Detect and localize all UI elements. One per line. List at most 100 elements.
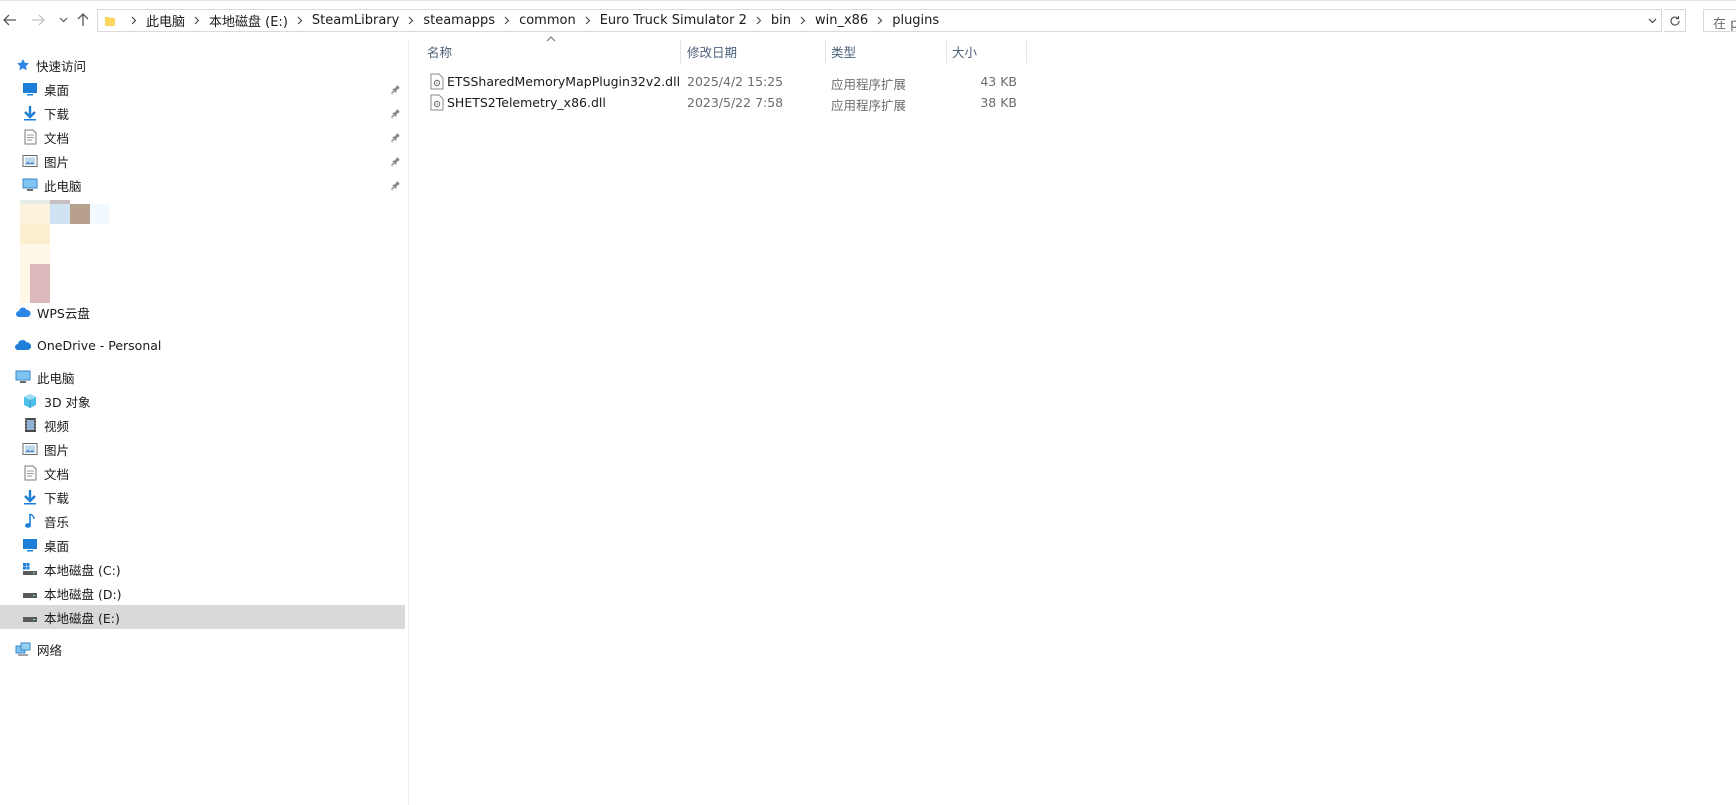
drive-icon — [21, 608, 39, 626]
sidebar-item-this-pc[interactable]: 此电脑 — [0, 365, 405, 389]
breadcrumb-steamlibrary[interactable]: SteamLibrary — [311, 13, 400, 28]
dll-file-icon — [430, 94, 444, 111]
refresh-icon — [1669, 15, 1680, 26]
up-button[interactable] — [73, 10, 93, 30]
chevron-down-icon — [1648, 18, 1656, 24]
sidebar-item-quick-access[interactable]: 快速访问 — [0, 53, 405, 77]
search-input[interactable]: 在 p — [1703, 9, 1736, 32]
sidebar-item-downloads[interactable]: 下载 — [0, 101, 405, 125]
chevron-right-icon[interactable] — [186, 10, 208, 31]
pin-icon[interactable] — [390, 107, 402, 119]
search-placeholder: 在 p — [1713, 17, 1736, 32]
chevron-right-icon[interactable] — [869, 10, 891, 31]
computer-icon — [14, 368, 32, 386]
sidebar-item-drive-c[interactable]: 本地磁盘 (C:) — [0, 557, 405, 581]
desktop-icon — [21, 536, 39, 554]
sidebar-item-downloads-pc[interactable]: 下载 — [0, 485, 405, 509]
chevron-right-icon[interactable] — [577, 10, 599, 31]
file-name: ETSSharedMemoryMapPlugin32v2.dll — [447, 74, 681, 89]
download-icon — [21, 488, 39, 506]
navigation-pane: 快速访问 桌面 下载 文档 图片 此电脑 WPS云盘 OneDrive - Pe… — [0, 39, 406, 805]
breadcrumb: 此电脑 本地磁盘 (E:) SteamLibrary steamapps com… — [123, 10, 940, 31]
chevron-right-icon[interactable] — [748, 10, 770, 31]
pin-icon[interactable] — [390, 131, 402, 143]
forward-arrow-icon — [32, 14, 45, 26]
sidebar-item-label: 此电脑 — [37, 370, 75, 386]
file-name: SHETS2Telemetry_x86.dll — [447, 95, 606, 110]
sidebar-item-drive-d[interactable]: 本地磁盘 (D:) — [0, 581, 405, 605]
sidebar-item-desktop-pc[interactable]: 桌面 — [0, 533, 405, 557]
sidebar-item-label: WPS云盘 — [37, 305, 90, 321]
chevron-right-icon[interactable] — [792, 10, 814, 31]
system-drive-icon — [21, 560, 39, 578]
download-icon — [21, 104, 39, 122]
sidebar-item-wps-cloud[interactable]: WPS云盘 — [0, 300, 405, 324]
file-row[interactable]: SHETS2Telemetry_x86.dll 2023/5/22 7:58 应… — [425, 92, 1025, 113]
breadcrumb-bin[interactable]: bin — [770, 13, 792, 28]
3d-objects-icon — [21, 392, 39, 410]
videos-icon — [21, 416, 39, 434]
address-bar[interactable]: 此电脑 本地磁盘 (E:) SteamLibrary steamapps com… — [97, 9, 1662, 32]
sidebar-item-desktop[interactable]: 桌面 — [0, 77, 405, 101]
pin-icon[interactable] — [390, 179, 402, 191]
sidebar-item-documents[interactable]: 文档 — [0, 125, 405, 149]
drive-icon — [21, 584, 39, 602]
column-resize-handle[interactable] — [1026, 39, 1027, 63]
forward-button[interactable] — [28, 10, 48, 30]
breadcrumb-plugins[interactable]: plugins — [891, 13, 940, 28]
folder-icon — [105, 16, 115, 26]
column-header-name[interactable]: 名称 — [425, 39, 679, 63]
documents-icon — [21, 128, 39, 146]
sidebar-item-drive-e[interactable]: 本地磁盘 (E:) — [0, 605, 405, 629]
breadcrumb-drive-e[interactable]: 本地磁盘 (E:) — [208, 11, 289, 30]
sidebar-item-label: 文档 — [44, 130, 70, 146]
sidebar-item-music[interactable]: 音乐 — [0, 509, 405, 533]
refresh-button[interactable] — [1664, 9, 1686, 32]
chevron-right-icon[interactable] — [400, 10, 422, 31]
dll-file-icon — [430, 73, 444, 90]
sidebar-item-pictures[interactable]: 图片 — [0, 149, 405, 173]
pin-icon[interactable] — [390, 155, 402, 167]
sidebar-item-label: 本地磁盘 (D:) — [44, 586, 122, 602]
pane-divider[interactable] — [408, 39, 409, 805]
star-icon — [14, 56, 32, 74]
address-history-button[interactable] — [1645, 13, 1659, 29]
sidebar-item-onedrive[interactable]: OneDrive - Personal — [0, 333, 405, 357]
pin-icon[interactable] — [390, 83, 402, 95]
breadcrumb-this-pc[interactable]: 此电脑 — [145, 11, 186, 30]
column-header-size[interactable]: 大小 — [947, 39, 1026, 63]
column-header-type[interactable]: 类型 — [826, 39, 945, 63]
file-date: 2025/4/2 15:25 — [687, 74, 784, 89]
column-header-date[interactable]: 修改日期 — [681, 39, 824, 63]
breadcrumb-ets2[interactable]: Euro Truck Simulator 2 — [599, 13, 748, 28]
chevron-right-icon[interactable] — [496, 10, 518, 31]
sidebar-item-documents-pc[interactable]: 文档 — [0, 461, 405, 485]
chevron-down-icon — [59, 17, 67, 23]
sidebar-item-network[interactable]: 网络 — [0, 637, 405, 661]
sidebar-item-videos[interactable]: 视频 — [0, 413, 405, 437]
sidebar-item-label: 3D 对象 — [44, 394, 91, 410]
sidebar-item-label: 桌面 — [44, 82, 70, 98]
recent-locations-button[interactable] — [53, 10, 73, 30]
sidebar-item-this-pc-pinned[interactable]: 此电脑 — [0, 173, 405, 197]
onedrive-icon — [14, 336, 32, 354]
sidebar-item-label: 快速访问 — [36, 58, 87, 74]
address-toolbar: 此电脑 本地磁盘 (E:) SteamLibrary steamapps com… — [0, 0, 1736, 39]
sidebar-item-pictures-pc[interactable]: 图片 — [0, 437, 405, 461]
music-icon — [21, 512, 39, 530]
breadcrumb-steamapps[interactable]: steamapps — [422, 13, 496, 28]
file-type: 应用程序扩展 — [831, 77, 907, 92]
sidebar-item-label: 本地磁盘 (E:) — [44, 610, 120, 626]
sidebar-item-label: 本地磁盘 (C:) — [44, 562, 121, 578]
sidebar-item-label: 网络 — [37, 642, 63, 658]
documents-icon — [21, 464, 39, 482]
back-button[interactable] — [0, 10, 20, 30]
file-size: 38 KB — [980, 95, 1017, 110]
file-row[interactable]: ETSSharedMemoryMapPlugin32v2.dll 2025/4/… — [425, 71, 1025, 92]
sidebar-item-label: 图片 — [44, 154, 70, 170]
sidebar-item-3d-objects[interactable]: 3D 对象 — [0, 389, 405, 413]
breadcrumb-common[interactable]: common — [518, 13, 577, 28]
chevron-right-icon[interactable] — [289, 10, 311, 31]
breadcrumb-win-x86[interactable]: win_x86 — [814, 13, 869, 28]
chevron-right-icon[interactable] — [123, 10, 145, 31]
